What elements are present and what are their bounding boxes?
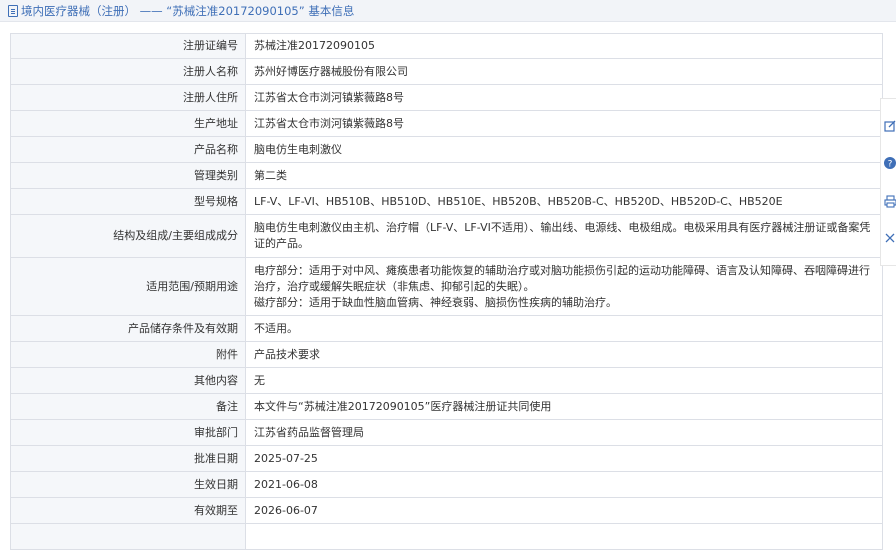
row-label: 结构及组成/主要组成成分 xyxy=(10,214,246,258)
row-label: 管理类别 xyxy=(10,162,246,189)
row-label: 产品名称 xyxy=(10,136,246,163)
side-toolbar: ? xyxy=(880,98,896,266)
table-row: 型号规格 LF-V、LF-VI、HB510B、HB510D、HB510E、HB5… xyxy=(10,188,883,215)
table-row: 生效日期 2021-06-08 xyxy=(10,471,883,498)
row-value: 脑电仿生电刺激仪由主机、治疗帽（LF-V、LF-VI不适用）、输出线、电源线、电… xyxy=(245,214,883,258)
row-label: 批准日期 xyxy=(10,445,246,472)
row-label: 注册人名称 xyxy=(10,58,246,85)
table-row: 结构及组成/主要组成成分 脑电仿生电刺激仪由主机、治疗帽（LF-V、LF-VI不… xyxy=(10,214,883,258)
row-label: 注册证编号 xyxy=(10,33,246,59)
row-label: 生效日期 xyxy=(10,471,246,498)
row-value xyxy=(245,523,883,550)
row-label: 适用范围/预期用途 xyxy=(10,257,246,316)
print-icon[interactable] xyxy=(882,194,896,208)
row-value-line: 磁疗部分：适用于缺血性脑血管病、神经衰弱、脑损伤性疾病的辅助治疗。 xyxy=(254,295,617,309)
row-value: 2026-06-07 xyxy=(245,497,883,524)
row-label: 备注 xyxy=(10,393,246,420)
row-value: 脑电仿生电刺激仪 xyxy=(245,136,883,163)
table-row: 注册证编号 苏械注准20172090105 xyxy=(10,33,883,59)
table-row: 注册人住所 江苏省太仓市浏河镇紫薇路8号 xyxy=(10,84,883,111)
row-value: 苏械注准20172090105 xyxy=(245,33,883,59)
row-value: 江苏省药品监督管理局 xyxy=(245,419,883,446)
row-label: 其他内容 xyxy=(10,367,246,394)
row-value: 电疗部分：适用于对中风、瘫痪患者功能恢复的辅助治疗或对脑功能损伤引起的运动功能障… xyxy=(245,257,883,316)
table-row: 产品储存条件及有效期 不适用。 xyxy=(10,315,883,342)
row-value: 本文件与“苏械注准20172090105”医疗器械注册证共同使用 xyxy=(245,393,883,420)
row-value: 2021-06-08 xyxy=(245,471,883,498)
row-label xyxy=(10,523,246,550)
row-value-line: 电疗部分：适用于对中风、瘫痪患者功能恢复的辅助治疗或对脑功能损伤引起的运动功能障… xyxy=(254,263,870,293)
row-value: 江苏省太仓市浏河镇紫薇路8号 xyxy=(245,110,883,137)
row-label: 有效期至 xyxy=(10,497,246,524)
table-row: 备注 本文件与“苏械注准20172090105”医疗器械注册证共同使用 xyxy=(10,393,883,420)
table-row: 批准日期 2025-07-25 xyxy=(10,445,883,472)
table-row: 适用范围/预期用途 电疗部分：适用于对中风、瘫痪患者功能恢复的辅助治疗或对脑功能… xyxy=(10,257,883,316)
row-value: 江苏省太仓市浏河镇紫薇路8号 xyxy=(245,84,883,111)
table-row: 产品名称 脑电仿生电刺激仪 xyxy=(10,136,883,163)
table-row: 其他内容 无 xyxy=(10,367,883,394)
row-label: 附件 xyxy=(10,341,246,368)
table-row: 附件 产品技术要求 xyxy=(10,341,883,368)
help-icon[interactable]: ? xyxy=(882,156,896,170)
document-icon xyxy=(8,4,18,17)
detail-table: 注册证编号 苏械注准20172090105 注册人名称 苏州好博医疗器械股份有限… xyxy=(10,33,883,550)
row-label: 审批部门 xyxy=(10,419,246,446)
row-value: LF-V、LF-VI、HB510B、HB510D、HB510E、HB520B、H… xyxy=(245,188,883,215)
row-value: 苏州好博医疗器械股份有限公司 xyxy=(245,58,883,85)
table-row: 管理类别 第二类 xyxy=(10,162,883,189)
page-title: 境内医疗器械（注册） —— “苏械注准20172090105” 基本信息 xyxy=(21,3,355,18)
close-icon[interactable] xyxy=(882,231,896,245)
table-row: 审批部门 江苏省药品监督管理局 xyxy=(10,419,883,446)
row-label: 产品储存条件及有效期 xyxy=(10,315,246,342)
table-row: 注册人名称 苏州好博医疗器械股份有限公司 xyxy=(10,58,883,85)
row-label: 注册人住所 xyxy=(10,84,246,111)
page-header: 境内医疗器械（注册） —— “苏械注准20172090105” 基本信息 xyxy=(0,0,896,22)
row-value: 2025-07-25 xyxy=(245,445,883,472)
table-row xyxy=(10,523,883,550)
row-label: 型号规格 xyxy=(10,188,246,215)
row-value: 第二类 xyxy=(245,162,883,189)
row-value: 无 xyxy=(245,367,883,394)
table-row: 有效期至 2026-06-07 xyxy=(10,497,883,524)
row-label: 生产地址 xyxy=(10,110,246,137)
table-row: 生产地址 江苏省太仓市浏河镇紫薇路8号 xyxy=(10,110,883,137)
detail-table-container: 注册证编号 苏械注准20172090105 注册人名称 苏州好博医疗器械股份有限… xyxy=(10,33,883,550)
edit-icon[interactable] xyxy=(882,119,896,133)
row-value: 产品技术要求 xyxy=(245,341,883,368)
svg-text:?: ? xyxy=(888,160,893,170)
row-value: 不适用。 xyxy=(245,315,883,342)
